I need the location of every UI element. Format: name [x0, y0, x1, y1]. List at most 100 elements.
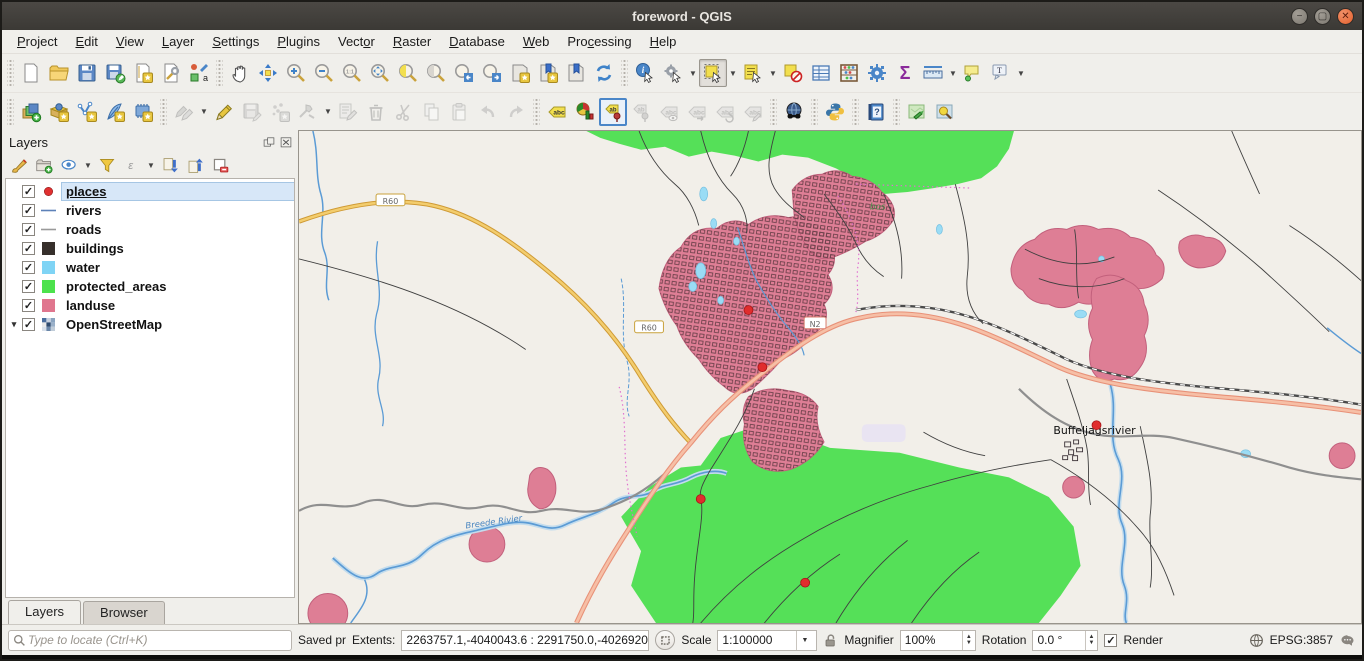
filter-legend-button[interactable]: [95, 154, 119, 176]
maximize-button[interactable]: ▢: [1314, 8, 1331, 25]
lock-icon[interactable]: [823, 632, 838, 648]
menu-help[interactable]: Help: [641, 32, 686, 51]
change-label-button[interactable]: abc: [739, 98, 767, 126]
run-feature-action-button[interactable]: [659, 59, 687, 87]
select-by-form-button[interactable]: [739, 59, 767, 87]
save-project-button[interactable]: [73, 59, 101, 87]
panel-close-icon[interactable]: [279, 135, 293, 149]
zoom-last-button[interactable]: [450, 59, 478, 87]
show-bookmarks-button[interactable]: [562, 59, 590, 87]
menu-raster[interactable]: Raster: [384, 32, 440, 51]
manage-themes-button[interactable]: [57, 154, 81, 176]
move-label-button[interactable]: abc: [683, 98, 711, 126]
menu-settings[interactable]: Settings: [203, 32, 268, 51]
layer-diagram-button[interactable]: [571, 98, 599, 126]
layer-item-buildings[interactable]: ✓buildings: [6, 239, 294, 258]
new-geopackage-button[interactable]: [45, 98, 73, 126]
vertex-tool-button[interactable]: [294, 98, 322, 126]
layer-visibility-checkbox[interactable]: ✓: [22, 318, 35, 331]
layer-labeling-button[interactable]: abc: [543, 98, 571, 126]
zoom-next-button[interactable]: [478, 59, 506, 87]
locate-box[interactable]: [8, 630, 292, 651]
processing-toolbox-button[interactable]: [863, 59, 891, 87]
add-feature-button[interactable]: [266, 98, 294, 126]
zoom-full-button[interactable]: [366, 59, 394, 87]
magnifier-spinbox[interactable]: 100%▲▼: [900, 630, 976, 651]
rotate-label-button[interactable]: abc: [711, 98, 739, 126]
tab-layers[interactable]: Layers: [8, 600, 81, 624]
new-shapefile-button[interactable]: [73, 98, 101, 126]
minimize-button[interactable]: −: [1291, 8, 1308, 25]
menu-layer[interactable]: Layer: [153, 32, 204, 51]
layer-styling-button[interactable]: [7, 154, 31, 176]
title-bar[interactable]: foreword - QGIS −▢✕: [2, 2, 1362, 30]
expand-all-button[interactable]: [158, 154, 182, 176]
save-project-as-button[interactable]: [101, 59, 129, 87]
spinner-arrows-icon[interactable]: ▲▼: [962, 631, 975, 650]
zoom-native-button[interactable]: 1:1: [338, 59, 366, 87]
redo-button[interactable]: [502, 98, 530, 126]
modify-attributes-button[interactable]: [334, 98, 362, 126]
locate-input[interactable]: [26, 632, 287, 648]
open-project-button[interactable]: [45, 59, 73, 87]
new-virtual-layer-button[interactable]: [129, 98, 157, 126]
python-console-button[interactable]: [821, 98, 849, 126]
layer-item-landuse[interactable]: ✓landuse: [6, 296, 294, 315]
close-button[interactable]: ✕: [1337, 8, 1354, 25]
open-attribute-table-button[interactable]: [807, 59, 835, 87]
extents-value[interactable]: 2263757.1,-4040043.6 : 2291750.0,-402692…: [401, 630, 649, 651]
vertex-tool-dropdown[interactable]: ▼: [322, 98, 334, 126]
spinner-arrows-icon[interactable]: ▲▼: [1085, 631, 1098, 650]
paste-features-button[interactable]: [446, 98, 474, 126]
zoom-to-layer-button[interactable]: [422, 59, 450, 87]
identify-features-button[interactable]: i: [631, 59, 659, 87]
text-annotation-dropdown[interactable]: ▼: [1015, 59, 1027, 87]
collapse-all-button[interactable]: [183, 154, 207, 176]
pin-labels-button[interactable]: ab: [599, 98, 627, 126]
chevron-down-icon[interactable]: ▼: [796, 631, 812, 650]
map-tips-button[interactable]: [959, 59, 987, 87]
layer-item-water[interactable]: ✓water: [6, 258, 294, 277]
new-spatialite-button[interactable]: [101, 98, 129, 126]
expand-arrow-icon[interactable]: ▾: [6, 319, 22, 330]
menu-processing[interactable]: Processing: [558, 32, 640, 51]
copy-features-button[interactable]: [418, 98, 446, 126]
data-source-manager-button[interactable]: [17, 98, 45, 126]
pan-map-button[interactable]: [226, 59, 254, 87]
pan-to-selection-button[interactable]: [254, 59, 282, 87]
tab-browser[interactable]: Browser: [83, 601, 165, 624]
osm-tools-button[interactable]: [931, 98, 959, 126]
style-manager-button[interactable]: a: [185, 59, 213, 87]
layer-item-places[interactable]: ✓places: [6, 182, 294, 201]
new-map-view-button[interactable]: [506, 59, 534, 87]
deselect-features-button[interactable]: [779, 59, 807, 87]
menu-web[interactable]: Web: [514, 32, 559, 51]
globe-crs-icon[interactable]: [1249, 633, 1264, 648]
menu-edit[interactable]: Edit: [66, 32, 106, 51]
undo-button[interactable]: [474, 98, 502, 126]
remove-layer-button[interactable]: [208, 154, 232, 176]
menu-database[interactable]: Database: [440, 32, 514, 51]
menu-plugins[interactable]: Plugins: [268, 32, 329, 51]
layer-tree[interactable]: ✓places✓rivers✓roads✓buildings✓water✓pro…: [5, 178, 295, 598]
layer-visibility-checkbox[interactable]: ✓: [22, 261, 35, 274]
layer-item-roads[interactable]: ✓roads: [6, 220, 294, 239]
layer-item-OpenStreetMap[interactable]: ▾✓OpenStreetMap: [6, 315, 294, 334]
menu-project[interactable]: Project: [8, 32, 66, 51]
add-group-button[interactable]: [32, 154, 56, 176]
show-layout-manager-button[interactable]: [157, 59, 185, 87]
delete-selected-button[interactable]: [362, 98, 390, 126]
toggle-editing-button[interactable]: [210, 98, 238, 126]
run-feature-action-dropdown[interactable]: ▼: [687, 59, 699, 87]
layer-visibility-checkbox[interactable]: ✓: [22, 242, 35, 255]
zoom-in-button[interactable]: [282, 59, 310, 87]
crs-indicator[interactable]: EPSG:3857: [1270, 633, 1333, 647]
scale-combobox[interactable]: 1:100000▼: [717, 630, 817, 651]
layer-visibility-checkbox[interactable]: ✓: [22, 299, 35, 312]
help-contents-button[interactable]: ?: [862, 98, 890, 126]
refresh-button[interactable]: [590, 59, 618, 87]
metasearch-button[interactable]: [780, 98, 808, 126]
rotation-spinbox[interactable]: 0.0 °▲▼: [1032, 630, 1098, 651]
highlight-pinned-labels-button[interactable]: ab: [627, 98, 655, 126]
statistical-summary-button[interactable]: Σ: [891, 59, 919, 87]
